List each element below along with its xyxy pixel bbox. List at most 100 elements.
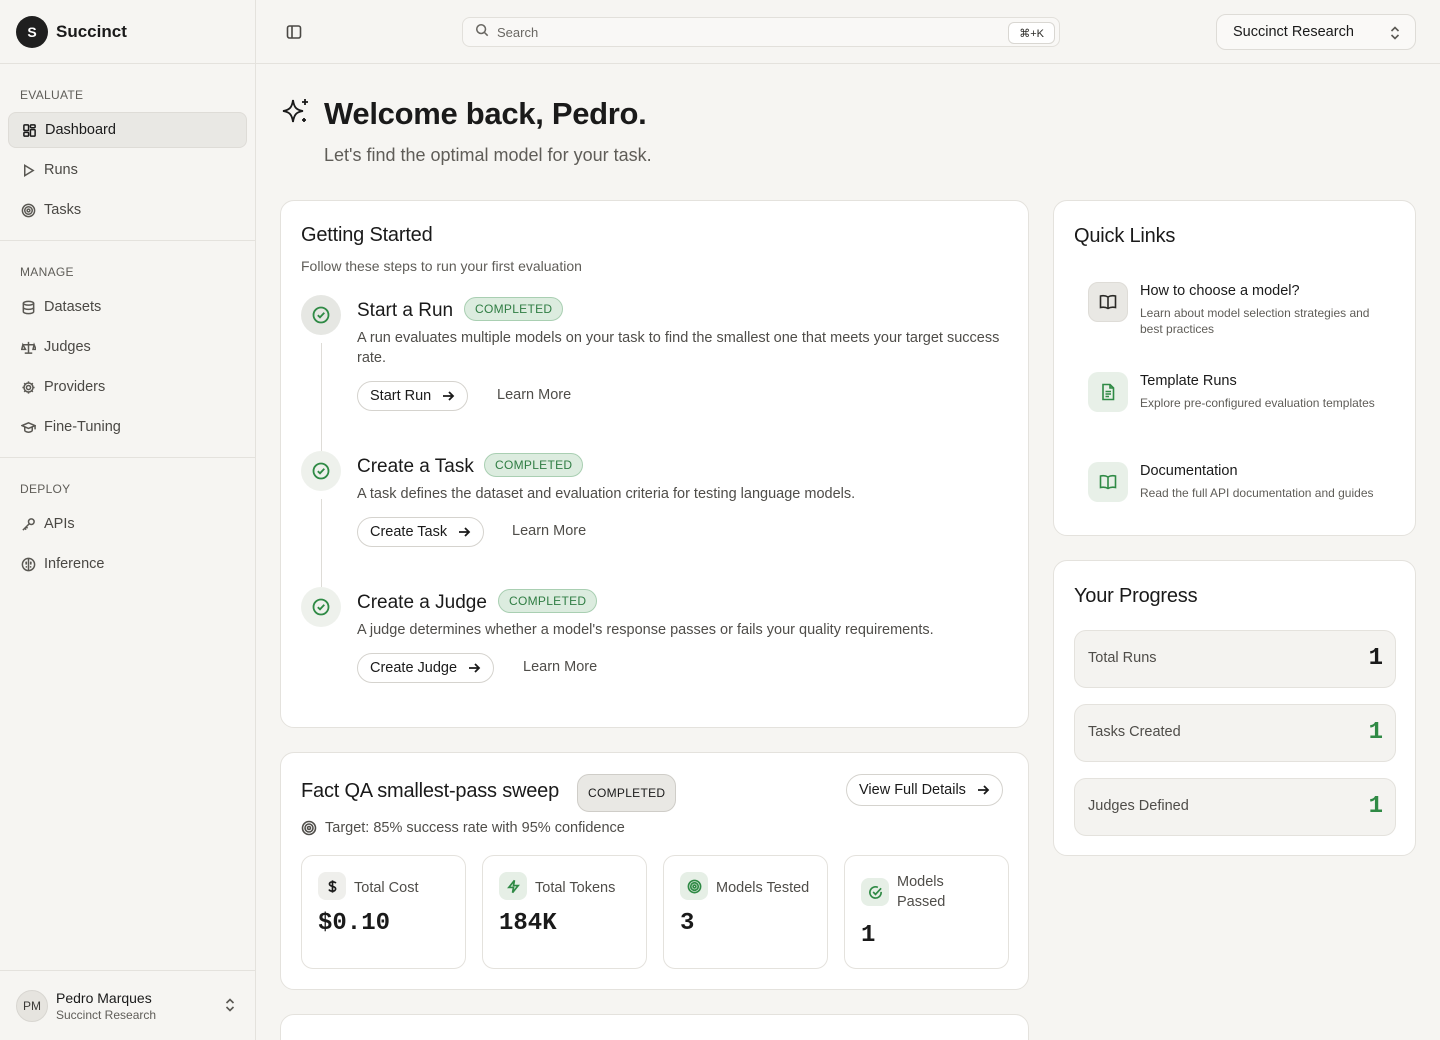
learn-more-link[interactable]: Learn More (497, 387, 571, 403)
chevron-up-down-icon (1389, 25, 1401, 45)
quick-link-template-runs[interactable]: Template Runs Explore pre-configured eva… (1074, 372, 1399, 444)
progress-value: 1 (1368, 719, 1383, 746)
user-org: Succinct Research (56, 1007, 157, 1022)
target-icon (301, 820, 317, 836)
user-menu[interactable]: PM Pedro Marques Succinct Research (0, 970, 255, 1040)
metric-value: 184K (499, 910, 557, 937)
progress-label: Judges Defined (1088, 798, 1189, 814)
card-title: Your Progress (1074, 585, 1198, 607)
step-connector (321, 343, 322, 451)
check-circle-icon (861, 878, 889, 906)
progress-total-runs: Total Runs 1 (1074, 630, 1396, 688)
target-icon (680, 872, 708, 900)
step-description: A task defines the dataset and evaluatio… (357, 486, 856, 502)
chevron-up-down-icon[interactable] (223, 997, 237, 1018)
sidebar-item-tasks[interactable]: Tasks (8, 192, 247, 228)
metric-label: Total Tokens (535, 880, 616, 896)
nav-section-evaluate: EVALUATE Dashboard Runs Tasks (0, 64, 255, 241)
shortcut-hint: ⌘+K (1008, 22, 1055, 44)
target-icon (20, 202, 36, 218)
step-create-judge: Create a Judge COMPLETED A judge determi… (301, 587, 1011, 687)
avatar: PM (16, 989, 48, 1022)
learn-more-link[interactable]: Learn More (523, 659, 597, 675)
metric-total-tokens: Total Tokens 184K (482, 855, 647, 969)
lightning-icon (499, 872, 527, 900)
user-name: Pedro Marques (56, 989, 152, 1006)
status-badge: COMPLETED (498, 589, 598, 613)
step-start-run: Start a Run COMPLETED A run evaluates mu… (301, 295, 1011, 451)
scale-icon (20, 339, 36, 355)
status-badge: COMPLETED (577, 774, 677, 812)
arrow-right-icon (469, 663, 481, 673)
quick-link-description: Explore pre-configured evaluation templa… (1140, 396, 1375, 410)
key-icon (20, 516, 36, 532)
step-create-task: Create a Task COMPLETED A task defines t… (301, 451, 1011, 587)
sidebar-item-judges[interactable]: Judges (8, 329, 247, 365)
nav-heading: MANAGE (20, 265, 74, 279)
sidebar: S Succinct EVALUATE Dashboard Runs Tasks… (0, 0, 256, 1040)
progress-judges-defined: Judges Defined 1 (1074, 778, 1396, 836)
quick-link-title: Documentation (1140, 463, 1238, 479)
brand[interactable]: S Succinct (0, 0, 255, 64)
metric-value: $0.10 (318, 910, 391, 937)
sidebar-item-label: Runs (44, 162, 78, 178)
create-judge-button[interactable]: Create Judge (357, 653, 495, 683)
sidebar-item-providers[interactable]: Providers (8, 369, 247, 405)
create-task-button[interactable]: Create Task (357, 517, 485, 547)
nav-heading: EVALUATE (20, 88, 84, 102)
brand-name: Succinct (56, 21, 127, 41)
arrow-right-icon (443, 391, 455, 401)
next-card (280, 1014, 1029, 1040)
sidebar-item-datasets[interactable]: Datasets (8, 289, 247, 325)
quick-link-choose-model[interactable]: How to choose a model? Learn about model… (1074, 282, 1399, 354)
quick-link-title: Template Runs (1140, 373, 1237, 389)
sidebar-item-label: Inference (44, 556, 105, 572)
search-input[interactable] (497, 24, 977, 40)
start-run-button[interactable]: Start Run (357, 381, 469, 411)
sidebar-item-fine-tuning[interactable]: Fine-Tuning (8, 409, 247, 445)
progress-card: Your Progress Total Runs 1 Tasks Created… (1053, 560, 1416, 856)
brand-logo: S (16, 15, 48, 48)
org-selector[interactable]: Succinct Research (1216, 14, 1416, 50)
run-target: Target: 85% success rate with 95% confid… (301, 820, 625, 836)
sidebar-item-apis[interactable]: APIs (8, 506, 247, 542)
arrow-right-icon (459, 527, 471, 537)
gear-icon (20, 379, 36, 395)
sidebar-item-label: APIs (44, 516, 75, 532)
button-label: View Full Details (859, 782, 966, 798)
sidebar-toggle-icon[interactable] (286, 24, 302, 40)
quick-links-card: Quick Links How to choose a model? Learn… (1053, 200, 1416, 536)
step-title: Start a Run (357, 300, 454, 321)
sidebar-item-label: Datasets (44, 299, 102, 315)
brain-icon (20, 556, 36, 572)
status-badge: COMPLETED (484, 453, 584, 477)
status-badge: COMPLETED (464, 297, 564, 321)
nav-section-deploy: DEPLOY APIs Inference (0, 458, 255, 594)
sidebar-item-inference[interactable]: Inference (8, 546, 247, 582)
quick-link-title: How to choose a model? (1140, 283, 1300, 299)
metric-models-passed: Models Passed 1 (844, 855, 1009, 969)
view-full-details-button[interactable]: View Full Details (846, 774, 1003, 806)
sidebar-item-label: Dashboard (45, 122, 116, 138)
check-circle-icon (301, 587, 341, 627)
progress-tasks-created: Tasks Created 1 (1074, 704, 1396, 762)
metric-label: Total Cost (354, 880, 419, 896)
metric-value: 3 (680, 910, 695, 937)
topbar: ⌘+K Succinct Research (256, 0, 1440, 64)
sidebar-item-label: Tasks (44, 202, 82, 218)
search-bar[interactable]: ⌘+K (462, 17, 1060, 47)
play-icon (20, 162, 36, 178)
metric-models-tested: Models Tested 3 (663, 855, 828, 969)
quick-link-documentation[interactable]: Documentation Read the full API document… (1074, 462, 1399, 534)
step-title: Create a Task (357, 456, 474, 477)
card-subtitle: Follow these steps to run your first eva… (301, 258, 582, 274)
book-open-icon (1088, 462, 1128, 502)
quick-link-description: Learn about model selection strategies a… (1140, 306, 1370, 336)
quick-link-description: Read the full API documentation and guid… (1140, 486, 1374, 500)
sidebar-item-dashboard[interactable]: Dashboard (8, 112, 247, 148)
metric-value: 1 (861, 922, 876, 949)
sidebar-item-runs[interactable]: Runs (8, 152, 247, 188)
learn-more-link[interactable]: Learn More (512, 523, 586, 539)
card-title: Getting Started (301, 224, 433, 246)
metric-label: Models Passed (897, 874, 946, 910)
